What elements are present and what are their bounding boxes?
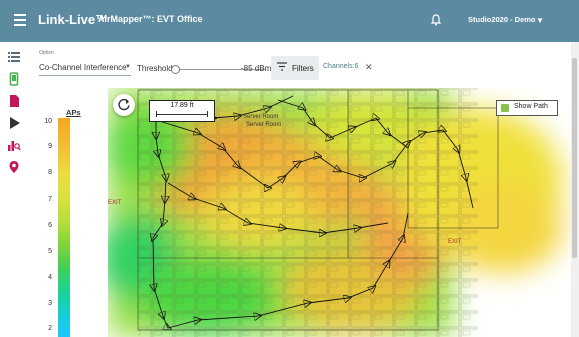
- threshold-label: Threshold: [137, 64, 173, 73]
- legend-tick: 7: [48, 196, 52, 203]
- legend-tick: 6: [48, 222, 52, 229]
- option-label: Option: [39, 50, 54, 56]
- legend-tick: 8: [48, 169, 52, 176]
- refresh-icon: [118, 98, 130, 111]
- analytics-icon[interactable]: [7, 138, 21, 152]
- hamburger-icon[interactable]: [14, 14, 26, 26]
- checkbox-checked-icon[interactable]: [501, 104, 509, 112]
- chevron-down-icon[interactable]: ▼: [125, 64, 131, 70]
- room-label: Server Room: [243, 114, 278, 120]
- show-path-label: Show Path: [514, 103, 548, 110]
- account-menu[interactable]: Studio2020 - Demo: [468, 15, 536, 24]
- legend-tick: 3: [48, 300, 52, 307]
- document-icon[interactable]: [7, 94, 21, 108]
- scale-tick: [156, 111, 157, 117]
- heatmap-floorplan[interactable]: Server Room Server Room EXIT EXIT: [108, 88, 571, 337]
- scale-line: [156, 114, 208, 115]
- close-icon[interactable]: ✕: [365, 62, 373, 73]
- show-path-toggle[interactable]: Show Path: [496, 100, 558, 116]
- scrollbar-thumb[interactable]: [572, 58, 577, 258]
- measurement-value: 17.89 ft: [170, 102, 194, 109]
- legend-tick: 5: [48, 248, 52, 255]
- bell-icon[interactable]: [430, 14, 442, 26]
- legend-tick: 10: [44, 118, 52, 125]
- top-app-bar: Link-Live™ AirMapper™: EVT Office Studio…: [0, 0, 579, 42]
- room-label: EXIT: [108, 200, 122, 206]
- refresh-button[interactable]: [113, 94, 135, 116]
- page-title: AirMapper™: EVT Office: [98, 14, 203, 24]
- room-label: Server Room: [246, 122, 281, 128]
- legend-tick: 4: [48, 274, 52, 281]
- option-select[interactable]: Co-Channel Interference: [39, 63, 131, 76]
- channel-chip-label: Channels:6: [323, 63, 359, 70]
- chevron-down-icon[interactable]: ▼: [536, 16, 544, 25]
- sidebar: [0, 42, 28, 337]
- list-icon[interactable]: [7, 50, 21, 64]
- scale-tick: [207, 111, 208, 117]
- filter-icon: [277, 62, 287, 71]
- filters-button[interactable]: Filters: [271, 56, 319, 80]
- legend-title: APs: [66, 108, 81, 117]
- room-label: EXIT: [448, 239, 462, 245]
- filters-button-label: Filters: [292, 64, 314, 73]
- measurement-scale: 17.89 ft: [149, 100, 215, 122]
- legend-color-scale: [58, 118, 70, 337]
- filter-toolbar: Option Co-Channel Interference ▼ Thresho…: [37, 50, 567, 80]
- play-icon[interactable]: [7, 116, 21, 130]
- threshold-value: -85 dBm: [241, 64, 272, 73]
- legend-tick: 2: [48, 325, 52, 332]
- threshold-slider-handle[interactable]: [171, 65, 180, 74]
- legend-tick: 9: [48, 143, 52, 150]
- location-pin-icon[interactable]: [7, 160, 21, 174]
- phone-icon[interactable]: [7, 72, 21, 86]
- channel-filter-chip[interactable]: Channels:6 ✕: [321, 61, 377, 76]
